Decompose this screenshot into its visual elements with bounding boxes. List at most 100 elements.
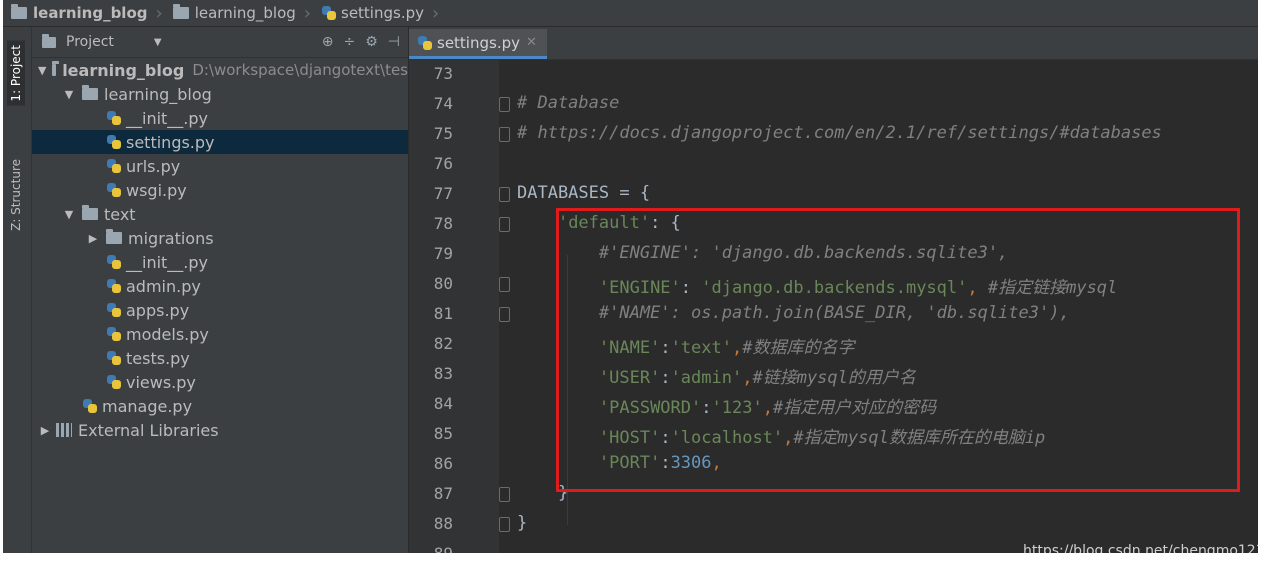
library-icon	[56, 423, 72, 437]
tree-item[interactable]: tests.py	[32, 346, 408, 370]
breadcrumb-separator-icon: ›	[303, 2, 311, 24]
line-number: 75	[433, 124, 453, 143]
fold-marker-icon[interactable]	[499, 277, 510, 292]
line-number: 83	[433, 364, 453, 383]
line-number: 74	[433, 94, 453, 113]
tree-item[interactable]: models.py	[32, 322, 408, 346]
code-line[interactable]: 74 # Database	[409, 90, 1258, 120]
breadcrumb-item-file[interactable]: settings.py	[313, 0, 430, 26]
folder-icon	[52, 61, 59, 76]
code-text: }	[517, 513, 527, 533]
python-file-icon	[321, 5, 337, 21]
tree-item[interactable]: apps.py	[32, 298, 408, 322]
line-number: 76	[433, 154, 453, 173]
python-file-icon	[106, 254, 122, 270]
tree-item-label: settings.py	[126, 132, 215, 152]
tree-item[interactable]: ▼ learning_blog	[32, 82, 408, 106]
breadcrumb-label: learning_blog	[194, 4, 296, 22]
structure-tool-tab-label: Z: Structure	[9, 159, 23, 231]
breadcrumb-item-project[interactable]: learning_blog	[3, 0, 154, 26]
fold-marker-icon[interactable]	[499, 97, 510, 112]
tree-item[interactable]: ▶ migrations	[32, 226, 408, 250]
fold-marker-icon[interactable]	[499, 217, 510, 232]
expand-arrow-icon[interactable]: ▼	[38, 64, 46, 77]
python-file-icon	[106, 182, 122, 198]
tree-item-label: models.py	[126, 324, 209, 344]
tree-item[interactable]: urls.py	[32, 154, 408, 178]
tree-item[interactable]: ▼ text	[32, 202, 408, 226]
tree-item[interactable]: ▼ learning_blog D:\workspace\djangotext\te…	[32, 58, 408, 82]
highlight-annotation-box	[556, 208, 1240, 492]
tree-item[interactable]: __init__.py	[32, 106, 408, 130]
tree-item-label: __init__.py	[126, 252, 209, 272]
collapse-arrow-icon[interactable]: ▶	[86, 232, 100, 245]
python-file-icon	[82, 398, 98, 414]
collapse-all-icon[interactable]: ÷	[344, 34, 356, 50]
tree-item[interactable]: ▶ External Libraries	[32, 418, 408, 442]
expand-arrow-icon[interactable]: ▼	[62, 88, 76, 101]
expand-arrow-icon[interactable]: ▼	[62, 208, 76, 221]
breadcrumb-item-package[interactable]: learning_blog	[165, 0, 302, 26]
breadcrumb: learning_blog › learning_blog › settings…	[3, 0, 1258, 27]
code-text: # https://docs.djangoproject.com/en/2.1/…	[517, 123, 1162, 143]
hide-panel-icon[interactable]: ⊣	[388, 34, 400, 50]
line-number: 89	[417, 544, 453, 553]
collapse-arrow-icon[interactable]: ▶	[38, 424, 52, 437]
tree-item-label: views.py	[126, 372, 196, 392]
python-file-icon	[106, 302, 122, 318]
folder-icon	[82, 85, 98, 100]
fold-marker-icon[interactable]	[499, 487, 510, 502]
code-line[interactable]: 75 # https://docs.djangoproject.com/en/2.…	[409, 120, 1258, 150]
python-file-icon	[106, 326, 122, 342]
tab-label: settings.py	[437, 33, 520, 52]
project-panel-title[interactable]: Project	[66, 34, 114, 50]
code-line[interactable]: 76	[409, 150, 1258, 180]
tab-settings-py[interactable]: settings.py ✕	[409, 29, 547, 59]
folder-icon	[11, 4, 27, 19]
folder-icon	[82, 205, 98, 220]
python-file-icon	[106, 278, 122, 294]
project-view-icon	[42, 33, 56, 48]
tree-item-path: D:\workspace\djangotext\tes	[192, 61, 408, 79]
structure-tool-tab[interactable]: Z: Structure	[7, 155, 25, 235]
tree-item-label: learning_blog	[62, 60, 185, 80]
fold-marker-icon[interactable]	[499, 127, 510, 142]
editor: settings.py ✕ 73 74 # Database 75 # https://…	[409, 27, 1258, 553]
python-file-icon	[417, 35, 433, 51]
tree-item[interactable]: __init__.py	[32, 250, 408, 274]
python-file-icon	[106, 134, 122, 150]
code-token: }	[517, 513, 528, 533]
python-file-icon	[106, 158, 122, 174]
python-file-icon	[106, 110, 122, 126]
locate-icon[interactable]: ⊕	[322, 34, 334, 50]
tree-item[interactable]: admin.py	[32, 274, 408, 298]
breadcrumb-separator-icon: ›	[431, 2, 440, 24]
tree-item[interactable]: wsgi.py	[32, 178, 408, 202]
project-tool-tab-label: 1: Project	[9, 45, 23, 102]
chevron-down-icon[interactable]: ▼	[154, 37, 162, 48]
close-icon[interactable]: ✕	[526, 35, 537, 50]
tree-item[interactable]: manage.py	[32, 394, 408, 418]
code-line[interactable]: 77 DATABASES = {	[409, 180, 1258, 210]
code-token: DATABASES = {	[517, 183, 651, 203]
tree-item[interactable]: settings.py	[32, 130, 408, 154]
gear-icon[interactable]: ⚙	[365, 34, 378, 50]
code-line[interactable]: 73	[409, 60, 1258, 90]
watermark: https://blog.csdn.net/chengmo123	[1023, 543, 1258, 553]
code-line[interactable]: 88}	[409, 510, 1258, 540]
code-text: DATABASES = {	[517, 183, 650, 203]
editor-tab-bar: settings.py ✕	[409, 27, 1258, 60]
fold-marker-icon[interactable]	[499, 517, 510, 532]
fold-marker-icon[interactable]	[499, 187, 510, 202]
tree-item-label: __init__.py	[126, 108, 209, 128]
project-tool-tab[interactable]: 1: Project	[7, 41, 25, 106]
tool-window-sidebar: 1: Project Z: Structure	[3, 27, 32, 553]
fold-marker-icon[interactable]	[499, 307, 510, 322]
project-tree: ▼ learning_blog D:\workspace\djangotext\te…	[32, 58, 408, 442]
line-number: 80	[433, 274, 453, 293]
project-panel-toolbar: ⊕ ÷ ⚙ ⊣	[322, 34, 408, 50]
tree-item[interactable]: views.py	[32, 370, 408, 394]
tree-item-label: admin.py	[126, 276, 201, 296]
ide-window: learning_blog › learning_blog › settings…	[3, 0, 1258, 553]
